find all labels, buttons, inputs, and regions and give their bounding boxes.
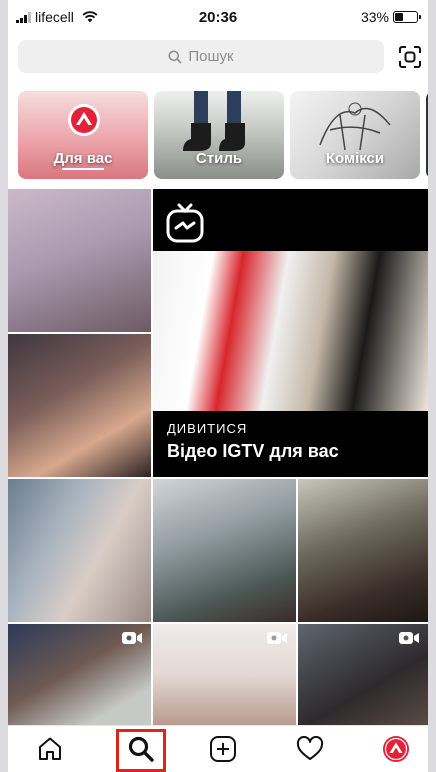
heart-icon <box>296 736 324 760</box>
igtv-red-logo-icon <box>68 104 100 136</box>
post-thumbnail[interactable] <box>8 334 151 477</box>
tab-bar <box>8 725 428 772</box>
search-placeholder: Пошук <box>188 48 234 65</box>
igtv-card[interactable]: ДИВИТИСЯ Відео IGTV для вас <box>153 189 428 477</box>
topic-next-partial[interactable] <box>426 91 428 179</box>
video-thumbnail[interactable] <box>8 624 151 725</box>
battery-percent: 33% <box>360 9 389 25</box>
tab-activity[interactable] <box>285 726 335 772</box>
topic-comics[interactable]: Комікси <box>290 91 420 179</box>
tab-profile[interactable] <box>371 726 421 772</box>
explore-grid: ДИВИТИСЯ Відео IGTV для вас <box>8 189 428 725</box>
search-tab-highlight <box>116 729 166 772</box>
topic-carousel: Для вас Стиль Комікси <box>18 91 428 179</box>
post-thumbnail[interactable] <box>8 479 151 622</box>
video-camera-icon <box>399 632 419 644</box>
search-bar[interactable]: Пошук <box>18 40 384 73</box>
tab-home[interactable] <box>25 726 75 772</box>
post-thumbnail[interactable] <box>298 479 428 622</box>
scan-qr-icon[interactable] <box>398 45 422 69</box>
video-camera-icon <box>122 632 142 644</box>
igtv-title: Відео IGTV для вас <box>167 441 339 461</box>
video-thumbnail[interactable] <box>153 624 296 725</box>
topic-label: Стиль <box>195 150 243 167</box>
tab-new-post[interactable] <box>198 726 248 772</box>
topic-for-you[interactable]: Для вас <box>18 91 148 179</box>
topic-label: Комікси <box>325 150 385 167</box>
igtv-profile-icon <box>383 736 409 762</box>
search-icon <box>168 50 182 64</box>
topic-label: Для вас <box>53 150 113 167</box>
home-icon <box>39 737 61 760</box>
selected-indicator <box>62 168 104 170</box>
comic-sketch-image <box>319 102 391 151</box>
post-thumbnail[interactable] <box>8 189 151 332</box>
status-bar: lifecell 20:36 33% <box>8 0 428 34</box>
new-post-icon <box>210 736 236 762</box>
explore-screen: lifecell 20:36 33% Пошук Для вас Стиль К… <box>8 0 428 772</box>
video-camera-icon <box>267 632 287 644</box>
battery-icon <box>393 11 421 23</box>
igtv-video-preview <box>153 251 428 411</box>
igtv-kicker: ДИВИТИСЯ <box>167 421 248 436</box>
igtv-icon <box>166 203 204 243</box>
video-thumbnail[interactable] <box>298 624 428 725</box>
post-thumbnail[interactable] <box>153 479 296 622</box>
battery-group: 33% <box>360 9 421 25</box>
topic-style[interactable]: Стиль <box>154 91 284 179</box>
